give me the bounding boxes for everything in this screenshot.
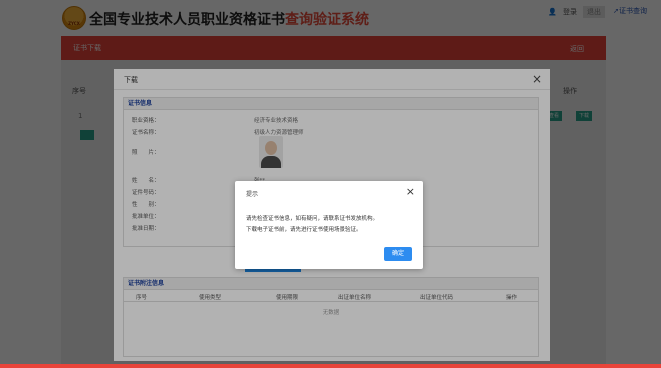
alert-message-line: 请先检查证书信息，如有疑问，请联系证书发放机构。 — [246, 216, 379, 222]
alert-title: 提示 — [246, 191, 259, 198]
bottom-strip — [0, 364, 661, 368]
alert-close-icon[interactable]: × — [406, 185, 415, 198]
alert-ok-button[interactable]: 确定 — [384, 247, 412, 261]
alert-message-line: 下载电子证书前，请先进行证书使用场景验证。 — [246, 227, 362, 233]
alert-dialog: 提示 × 请先检查证书信息，如有疑问，请联系证书发放机构。 下载电子证书前，请先… — [235, 181, 423, 269]
